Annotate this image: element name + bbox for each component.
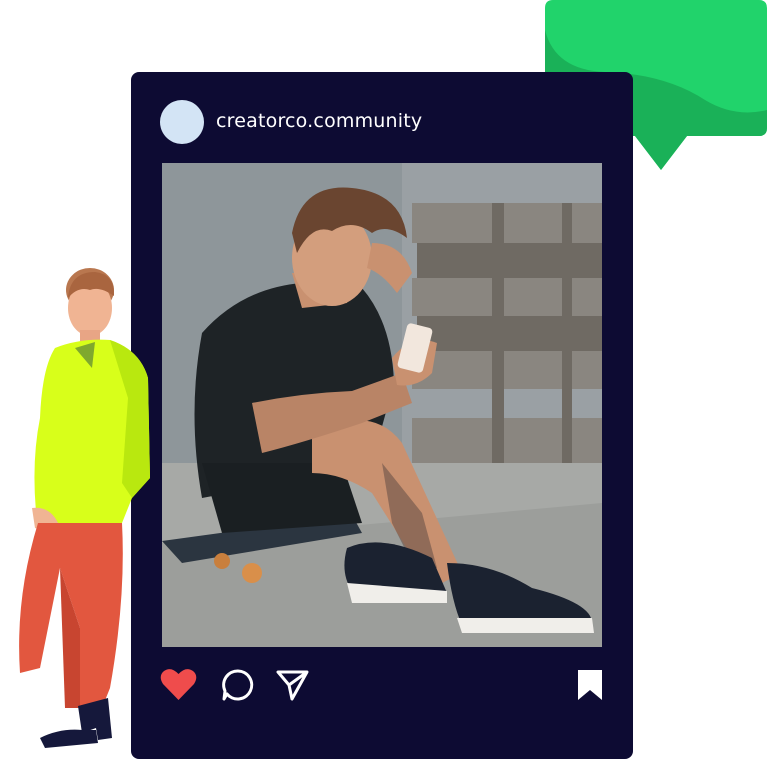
comment-button[interactable] [221, 668, 255, 702]
bookmark-icon [577, 669, 603, 701]
avatar[interactable] [160, 100, 204, 144]
post-photo [162, 163, 602, 647]
like-button[interactable] [160, 667, 197, 701]
save-button[interactable] [577, 669, 603, 701]
send-icon [275, 669, 310, 701]
heart-icon [160, 667, 197, 701]
share-button[interactable] [275, 669, 310, 701]
person-illustration [0, 268, 160, 768]
comment-icon [221, 668, 255, 702]
username[interactable]: creatorco.community [216, 107, 422, 135]
